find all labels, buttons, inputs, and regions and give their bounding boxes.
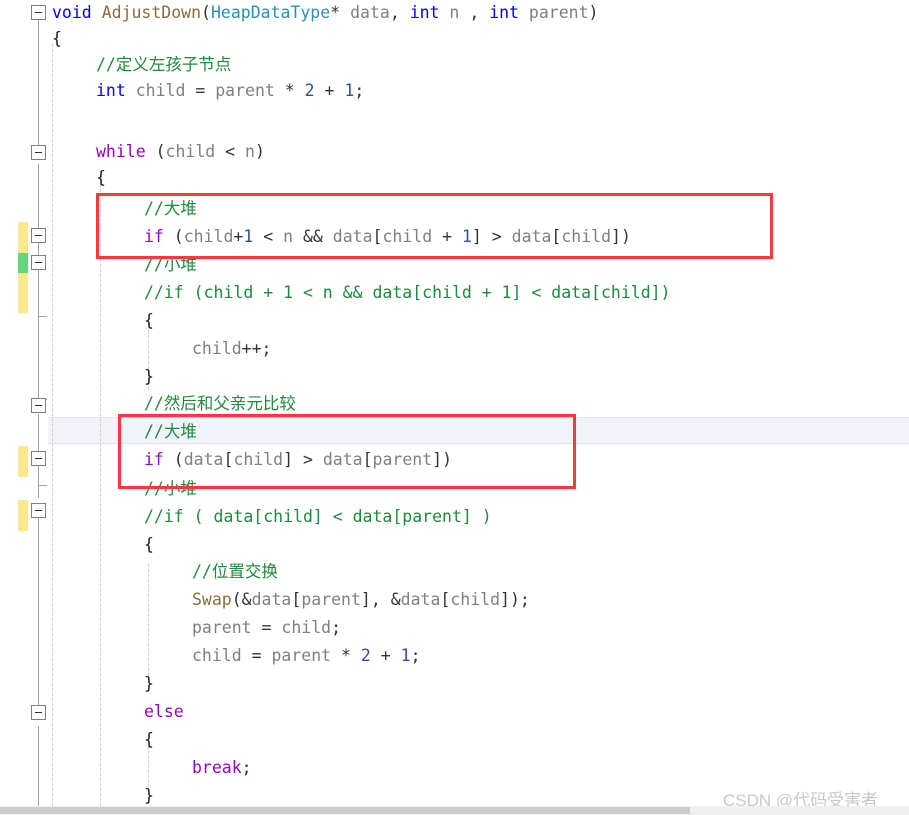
code-line[interactable]: if (data[child] > data[parent]) [144,447,452,473]
code-line[interactable]: Swap(&data[parent], &data[child]); [192,587,530,613]
code-line[interactable]: //定义左孩子节点 [96,52,231,78]
horizontal-scrollbar[interactable] [0,806,909,815]
token-comment: //定义左孩子节点 [96,55,232,74]
code-line[interactable]: { [144,727,154,753]
code-line[interactable]: //然后和父亲元比较 [144,391,296,417]
code-line[interactable]: child = parent * 2 + 1; [192,643,421,669]
horizontal-scrollbar-thumb[interactable] [0,807,690,814]
code-line[interactable]: //位置交换 [192,559,278,585]
code-editor[interactable]: void AdjustDown(HeapDataType* data, int … [0,0,909,815]
code-line[interactable]: //小堆 [144,252,197,278]
code-line[interactable]: void AdjustDown(HeapDataType* data, int … [52,0,598,26]
token-function-name: Swap [192,590,232,609]
code-line[interactable]: if (child+1 < n && data[child + 1] > dat… [144,224,631,250]
code-line[interactable]: //大堆 [144,196,197,222]
token-keyword: void [52,3,92,22]
token-type: HeapDataType [210,3,331,22]
code-line[interactable]: { [144,308,154,334]
token-comment: //大堆 [144,199,197,218]
code-line[interactable]: { [52,26,62,52]
code-line[interactable]: //大堆 [144,419,197,445]
code-line[interactable]: parent = child; [192,615,341,641]
code-line[interactable]: break; [192,755,252,781]
code-line[interactable]: } [144,364,154,390]
code-line[interactable]: else [144,699,184,725]
code-line[interactable]: int child = parent * 2 + 1; [96,78,364,104]
code-line[interactable]: while (child < n) [96,139,265,165]
code-line[interactable]: { [96,165,106,191]
code-line[interactable]: } [144,671,154,697]
code-line[interactable]: child++; [192,336,271,362]
token-control-keyword: while [96,142,146,161]
code-line[interactable]: //if (child + 1 < n && data[child + 1] <… [144,280,671,306]
code-line[interactable]: //小堆 [144,476,197,502]
code-line[interactable]: //if ( data[child] < data[parent] ) [144,504,492,530]
token-function-name: AdjustDown [101,3,202,22]
code-line[interactable]: { [144,532,154,558]
code-text-layer[interactable]: void AdjustDown(HeapDataType* data, int … [0,0,909,815]
